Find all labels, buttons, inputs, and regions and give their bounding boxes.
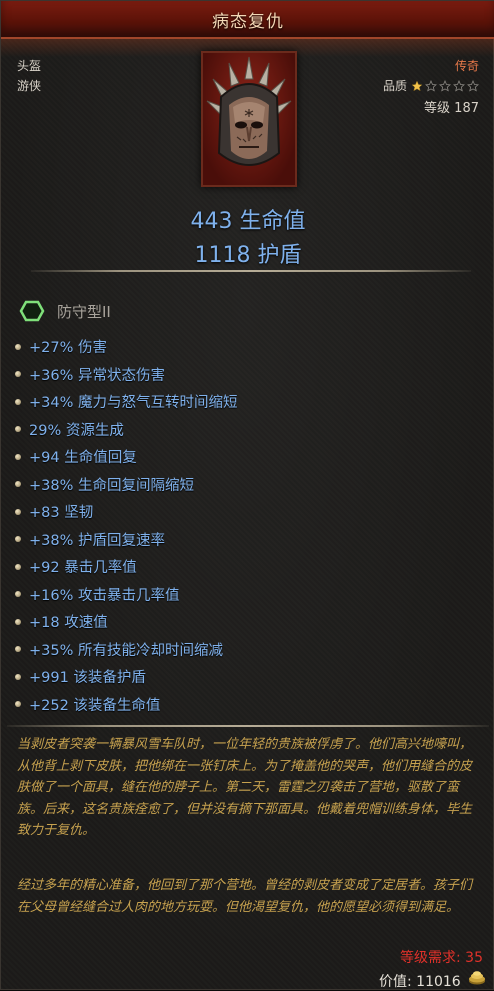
bullet-icon xyxy=(15,563,21,570)
affix-item: +18 攻速值 xyxy=(15,608,238,636)
bullet-icon xyxy=(15,591,21,598)
lore-paragraph-2: 经过多年的精心准备，他回到了那个营地。曾经的剥皮者变成了定居者。孩子们在父母曾经… xyxy=(17,878,473,915)
main-stat-life: 443 生命值 xyxy=(190,209,306,234)
quality-stars xyxy=(411,79,479,92)
affix-text: +38% 护盾回复速率 xyxy=(29,532,165,549)
item-level: 等级 187 xyxy=(424,101,479,116)
affix-item: +36% 异常状态伤害 xyxy=(15,361,238,389)
affix-text: +83 坚韧 xyxy=(29,505,94,522)
gold-coin-icon xyxy=(469,971,485,985)
socket-row: 防守型II xyxy=(19,300,111,322)
affix-item: +27% 伤害 xyxy=(15,333,238,361)
bullet-icon xyxy=(15,398,21,405)
spiked-mask-helmet-icon xyxy=(206,56,292,166)
affix-item: +34% 魔力与怒气互转时间缩短 xyxy=(15,388,238,416)
affix-text: +94 生命值回复 xyxy=(29,450,137,467)
bullet-icon xyxy=(15,536,21,543)
bullet-icon xyxy=(15,673,21,680)
item-title-bar: 病态复仇 xyxy=(1,1,494,39)
affix-item: +252 该装备生命值 xyxy=(15,691,238,719)
bullet-icon xyxy=(15,343,21,350)
main-stat-shield: 1118 护盾 xyxy=(194,243,302,268)
affix-text: +36% 异常状态伤害 xyxy=(29,367,165,384)
affix-text: +16% 攻击暴击几率值 xyxy=(29,587,180,604)
item-tooltip: 病态复仇 头盔 游侠 传奇 品质 等级 187 443 生命值 1118 护盾 … xyxy=(0,0,494,990)
item-type: 头盔 xyxy=(17,59,42,73)
star-filled-icon xyxy=(411,79,423,91)
affix-text: +38% 生命回复间隔缩短 xyxy=(29,477,194,494)
bullet-icon xyxy=(15,426,21,433)
socket-label: 防守型II xyxy=(57,302,111,321)
bullet-icon xyxy=(15,701,21,708)
affix-item: +16% 攻击暴击几率值 xyxy=(15,581,238,609)
star-empty-icon xyxy=(439,79,451,92)
affix-text: +34% 魔力与怒气互转时间缩短 xyxy=(29,395,238,412)
lore-paragraph-1: 当剥皮者突袭一辆暴风雪车队时，一位年轻的贵族被俘虏了。他们高兴地嚎叫，从他背上剥… xyxy=(17,737,473,838)
star-empty-icon xyxy=(453,79,465,92)
affix-item: +92 暴击几率值 xyxy=(15,553,238,581)
bullet-icon xyxy=(15,508,21,515)
bullet-icon xyxy=(15,371,21,378)
quality-label: 品质 xyxy=(382,79,407,93)
affix-text: +252 该装备生命值 xyxy=(29,697,161,714)
item-name: 病态复仇 xyxy=(212,11,284,32)
affix-item: +38% 护盾回复速率 xyxy=(15,526,238,554)
item-icon-frame xyxy=(201,51,297,187)
bullet-icon xyxy=(15,481,21,488)
bullet-icon xyxy=(15,453,21,460)
quality-row: 品质 xyxy=(383,77,479,94)
affix-item: +35% 所有技能冷却时间缩减 xyxy=(15,636,238,664)
stats-divider xyxy=(31,270,471,272)
affix-item: +991 该装备护盾 xyxy=(15,663,238,691)
star-empty-icon xyxy=(425,79,437,92)
affix-text: 29% 资源生成 xyxy=(29,422,124,439)
bullet-icon xyxy=(15,618,21,625)
hexagon-socket-icon xyxy=(19,300,45,322)
item-class: 游侠 xyxy=(17,79,42,93)
item-value: 价值: 11016 xyxy=(379,974,461,990)
star-empty-icon xyxy=(467,79,479,92)
level-requirement: 等级需求: 35 xyxy=(400,950,483,966)
affix-text: +27% 伤害 xyxy=(29,340,107,357)
affix-item: 29% 资源生成 xyxy=(15,416,238,444)
affix-item: +38% 生命回复间隔缩短 xyxy=(15,471,238,499)
affix-text: +35% 所有技能冷却时间缩减 xyxy=(29,642,223,659)
affix-text: +18 攻速值 xyxy=(29,615,108,632)
item-rarity: 传奇 xyxy=(454,59,479,73)
affix-item: +83 坚韧 xyxy=(15,498,238,526)
bullet-icon xyxy=(15,646,21,653)
affix-list: +27% 伤害 +36% 异常状态伤害 +34% 魔力与怒气互转时间缩短 29%… xyxy=(15,333,238,718)
affix-item: +94 生命值回复 xyxy=(15,443,238,471)
affix-text: +92 暴击几率值 xyxy=(29,560,137,577)
affix-text: +991 该装备护盾 xyxy=(29,670,146,687)
lore-divider xyxy=(7,725,489,727)
